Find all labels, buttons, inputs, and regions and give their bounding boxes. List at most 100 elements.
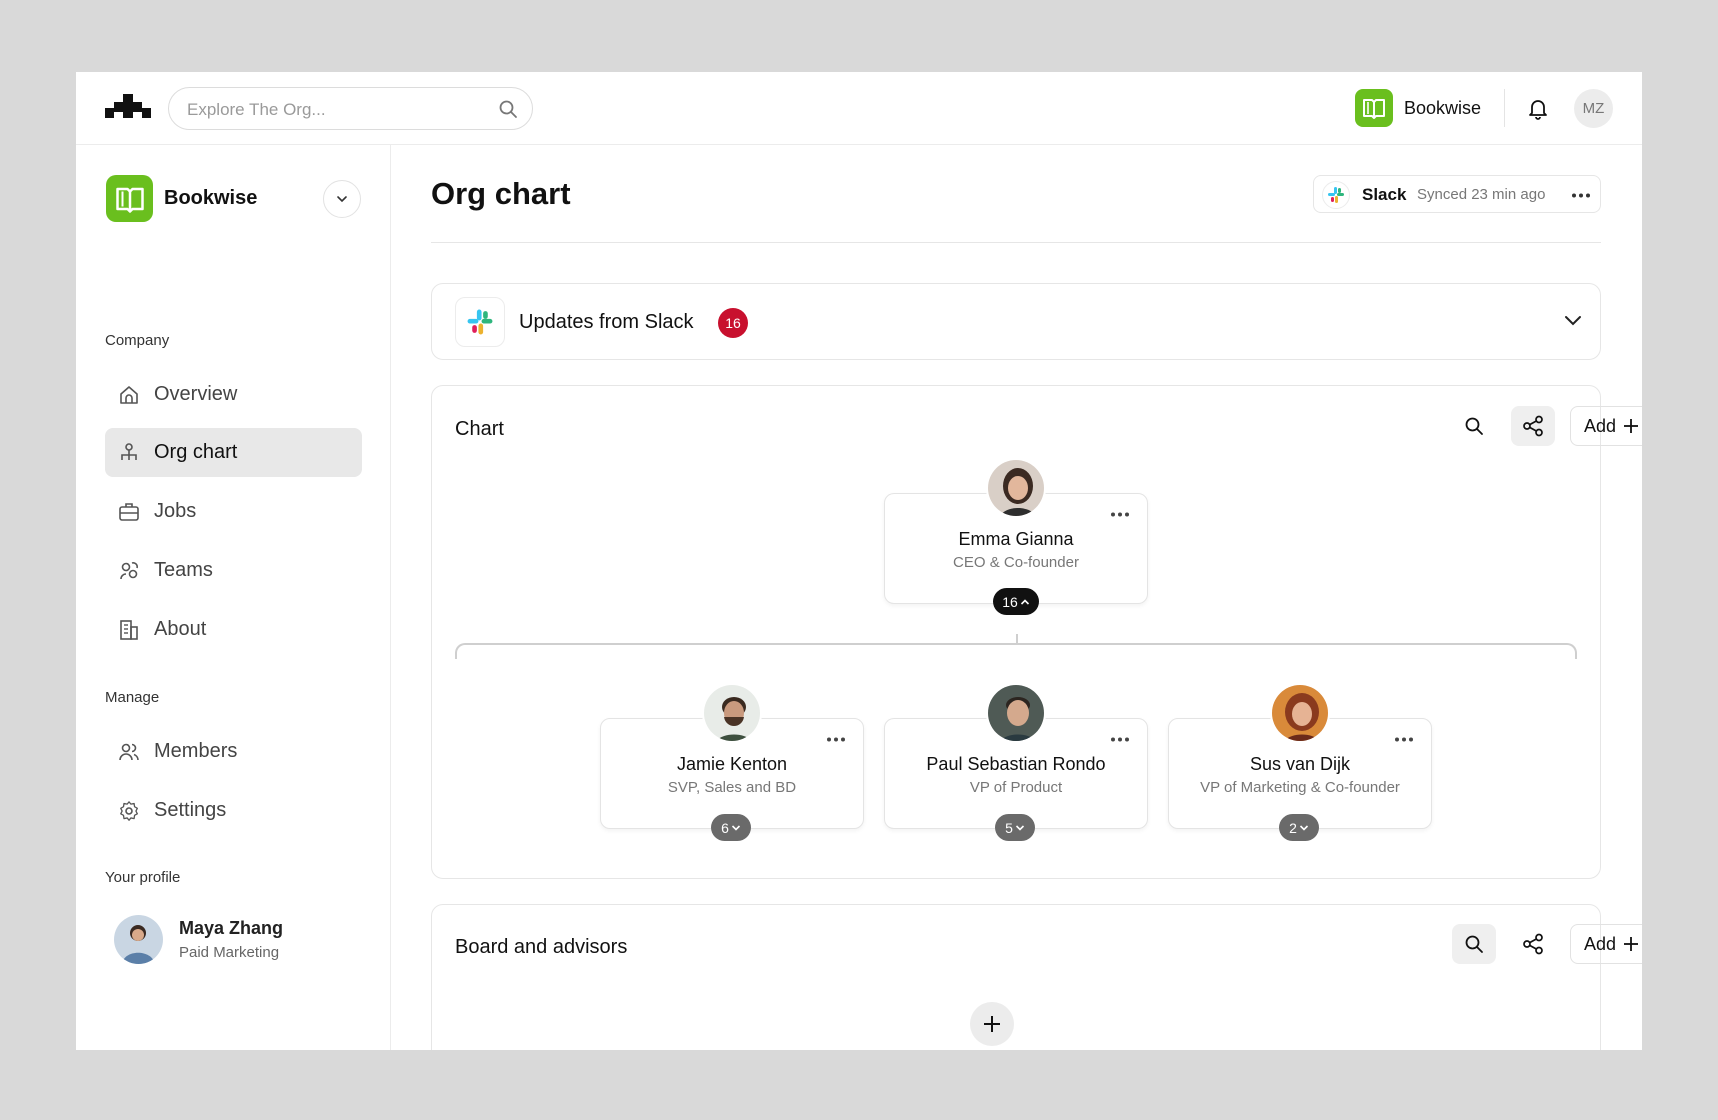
share-icon	[1523, 415, 1543, 437]
share-icon	[1523, 933, 1543, 955]
section-label-manage: Manage	[105, 689, 160, 706]
search-placeholder: Explore The Org...	[187, 100, 326, 119]
node-avatar	[702, 683, 762, 743]
board-add-button[interactable]: Add	[1570, 924, 1642, 964]
more-options-icon[interactable]	[1110, 737, 1130, 742]
bell-icon[interactable]	[1526, 96, 1550, 120]
more-options-icon[interactable]	[826, 737, 846, 742]
home-icon	[118, 384, 140, 406]
chart-search-button[interactable]	[1452, 406, 1496, 446]
sidebar-item-overview[interactable]: Overview	[105, 370, 362, 419]
node-avatar	[986, 683, 1046, 743]
sync-app-name: Slack	[1362, 185, 1407, 204]
node-title: VP of Product	[969, 779, 1063, 796]
org-chart-icon	[118, 442, 140, 464]
building-icon	[118, 619, 140, 641]
profile-name[interactable]: Maya Zhang	[179, 918, 283, 939]
sidebar-item-label: Teams	[154, 559, 213, 581]
slack-icon	[1322, 181, 1350, 209]
brand-name: Bookwise	[1404, 97, 1482, 118]
reports-count: 5	[1005, 819, 1013, 836]
updates-label: Updates from Slack	[519, 311, 694, 333]
plus-icon	[984, 1016, 1000, 1032]
plus-icon	[1624, 419, 1639, 433]
board-advisors-panel: Board and advisors Add	[431, 904, 1642, 1050]
top-bar: Explore The Org... Bookwise MZ	[76, 72, 1642, 145]
page-title: Org chart	[431, 176, 571, 211]
node-name: Emma Gianna	[958, 529, 1074, 549]
book-icon	[1355, 89, 1393, 127]
reports-count: 2	[1289, 819, 1297, 836]
board-title: Board and advisors	[455, 936, 628, 958]
app-logo-icon[interactable]	[105, 94, 151, 124]
slack-icon	[455, 297, 505, 347]
section-label-profile: Your profile	[105, 869, 181, 886]
board-search-button[interactable]	[1452, 924, 1496, 964]
sidebar: Bookwise Company Overview Org chart Jobs…	[76, 145, 391, 1050]
reports-count: 6	[721, 819, 729, 836]
workspace-dropdown-button[interactable]	[323, 180, 361, 218]
app-window: Explore The Org... Bookwise MZ Bookwise	[76, 72, 1642, 1050]
slack-sync-status[interactable]: Slack Synced 23 min ago	[1313, 175, 1601, 213]
sidebar-item-settings[interactable]: Settings	[105, 786, 362, 835]
divider	[1504, 89, 1505, 127]
sidebar-item-label: Settings	[154, 799, 227, 821]
profile-avatar[interactable]	[114, 915, 163, 964]
book-icon	[106, 175, 153, 222]
search-icon	[1465, 417, 1483, 435]
search-bar[interactable]: Explore The Org...	[168, 87, 533, 130]
connector-line	[455, 643, 1577, 659]
teams-icon	[118, 560, 140, 582]
chart-share-button[interactable]	[1511, 406, 1555, 446]
org-chart-panel: Chart Add Emma Gianna CEO & Co-founder 1…	[431, 385, 1642, 879]
node-name: Sus van Dijk	[1249, 754, 1351, 774]
board-share-button[interactable]	[1511, 924, 1555, 964]
more-options-icon[interactable]	[1110, 512, 1130, 517]
gear-icon	[118, 800, 140, 822]
sidebar-item-label: Jobs	[154, 500, 197, 522]
sidebar-item-teams[interactable]: Teams	[105, 546, 362, 595]
plus-icon	[1624, 937, 1639, 951]
chevron-down-icon	[731, 824, 740, 831]
node-avatar	[1270, 683, 1330, 743]
sidebar-item-jobs[interactable]: Jobs	[105, 487, 362, 536]
node-title: VP of Marketing & Co-founder	[1200, 779, 1400, 796]
profile-role: Paid Marketing	[179, 944, 280, 961]
add-button-label: Add	[1583, 415, 1617, 436]
header-divider	[431, 242, 1601, 243]
sidebar-item-label: About	[154, 618, 207, 640]
reports-toggle-root[interactable]: 16	[993, 588, 1039, 615]
chevron-down-icon[interactable]	[1563, 313, 1583, 327]
sidebar-item-label: Org chart	[154, 441, 238, 463]
briefcase-icon	[118, 501, 140, 523]
chart-title: Chart	[455, 418, 504, 440]
reports-count: 16	[1002, 593, 1018, 610]
node-title: CEO & Co-founder	[953, 554, 1079, 571]
reports-toggle[interactable]: 2	[1279, 814, 1319, 841]
slack-updates-panel[interactable]: Updates from Slack 16	[431, 283, 1601, 360]
chevron-down-icon	[1299, 824, 1308, 831]
reports-toggle[interactable]: 5	[995, 814, 1035, 841]
more-options-icon[interactable]	[1394, 737, 1414, 742]
chart-add-button[interactable]: Add	[1570, 406, 1642, 446]
sync-status-text: Synced 23 min ago	[1417, 186, 1546, 203]
sidebar-item-org-chart[interactable]: Org chart	[105, 428, 362, 477]
workspace-header[interactable]: Bookwise	[106, 175, 257, 222]
add-board-member-button[interactable]	[970, 1002, 1014, 1046]
section-label-company: Company	[105, 332, 170, 349]
search-icon[interactable]	[498, 99, 518, 119]
reports-toggle[interactable]: 6	[711, 814, 751, 841]
add-button-label: Add	[1583, 933, 1617, 954]
sidebar-item-label: Overview	[154, 383, 238, 405]
node-name: Jamie Kenton	[676, 754, 788, 774]
user-avatar[interactable]: MZ	[1574, 89, 1613, 128]
search-icon	[1465, 935, 1483, 953]
more-options-icon[interactable]	[1571, 193, 1591, 198]
members-icon	[118, 741, 140, 763]
chevron-down-icon	[1015, 824, 1024, 831]
sidebar-item-about[interactable]: About	[105, 605, 362, 654]
chevron-down-icon	[337, 196, 347, 203]
brand-switcher[interactable]: Bookwise	[1355, 89, 1481, 127]
sidebar-item-members[interactable]: Members	[105, 727, 362, 776]
node-avatar	[986, 458, 1046, 518]
